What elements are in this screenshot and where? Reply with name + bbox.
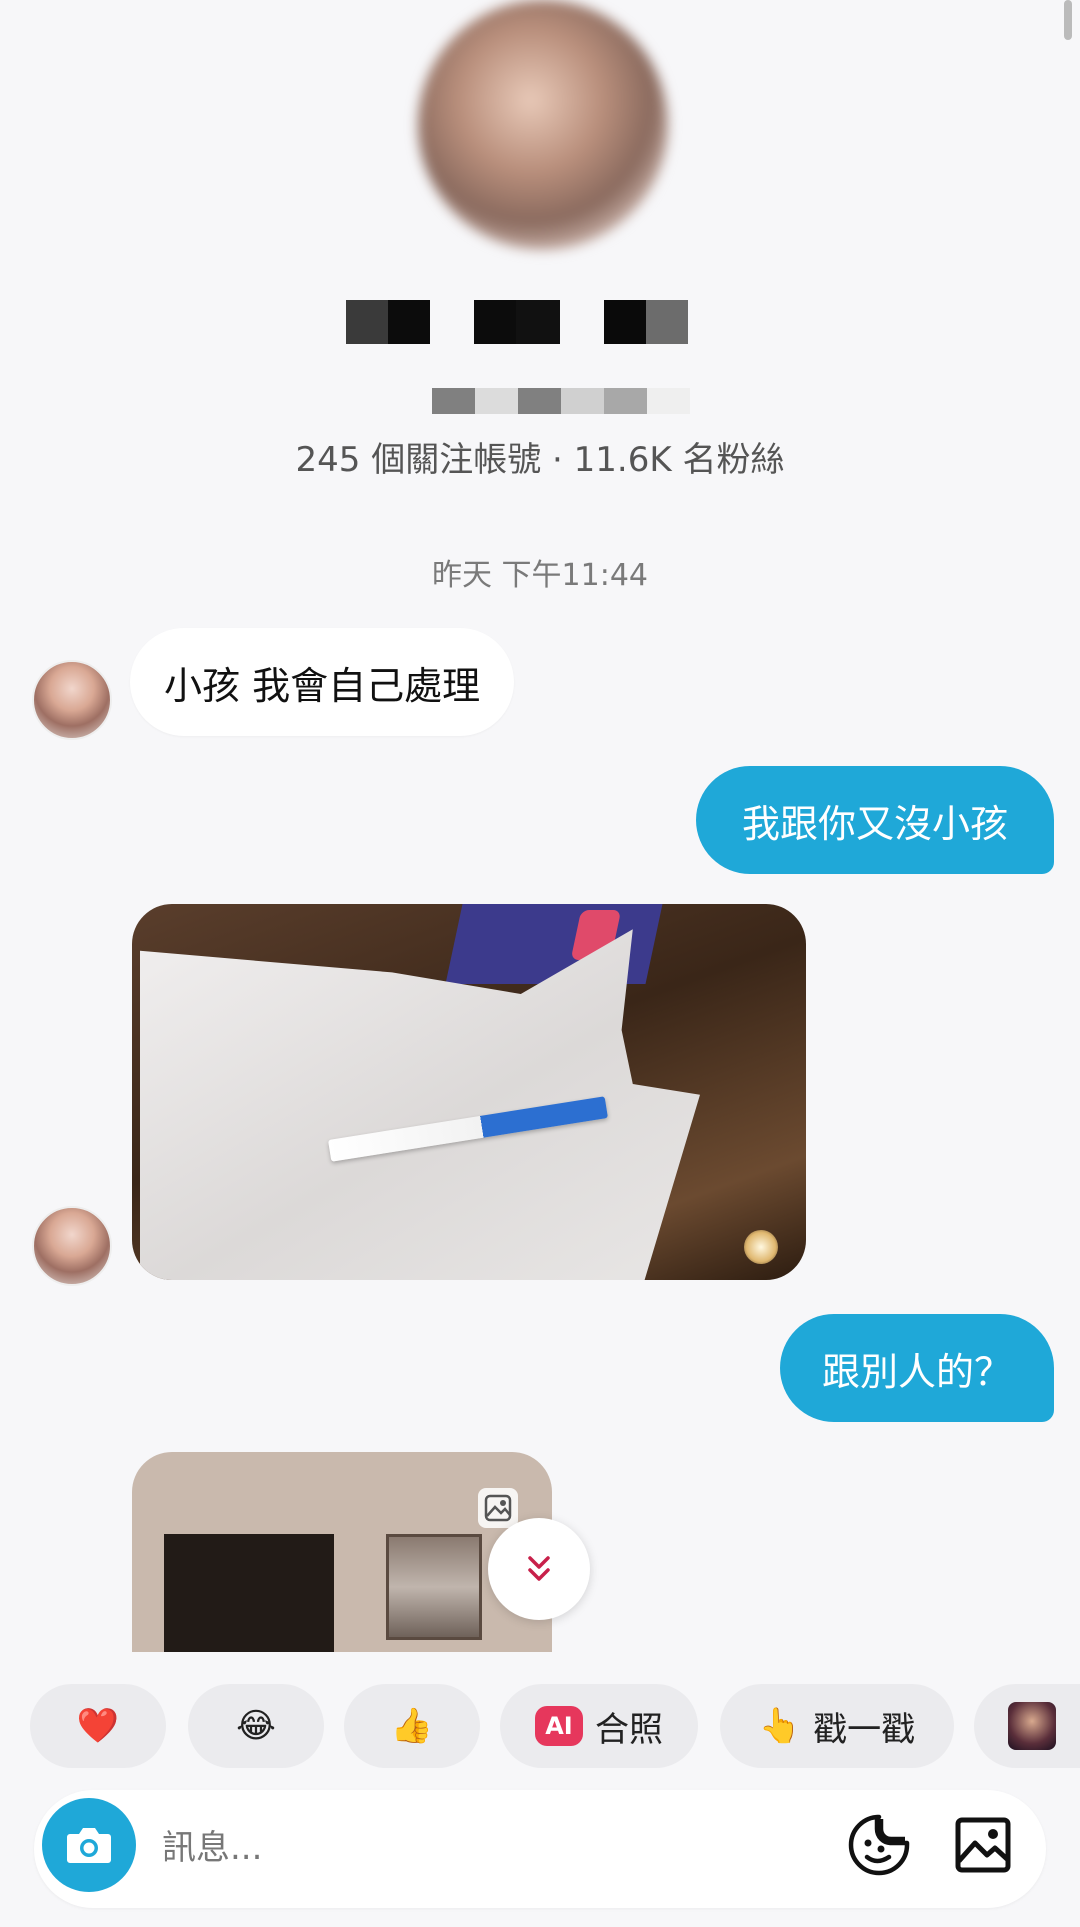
outgoing-message[interactable]: 我跟你又沒小孩 (696, 766, 1054, 874)
gallery-button[interactable] (948, 1810, 1018, 1880)
photo-frame (386, 1534, 482, 1640)
quick-reply-more[interactable] (974, 1684, 1080, 1768)
quick-reply-thumbs-up[interactable]: 👍 (344, 1684, 480, 1768)
camera-icon (67, 1828, 111, 1863)
message-text: 我跟你又沒小孩 (741, 801, 1008, 846)
pointing-hand-emoji-icon: 👆 (758, 1706, 802, 1746)
photo-message[interactable] (132, 904, 806, 1280)
photo-dark-panel (164, 1534, 334, 1652)
sender-avatar[interactable] (32, 1206, 112, 1286)
quick-reply-poke[interactable]: 👆 戳一戳 (720, 1684, 954, 1768)
camera-button[interactable] (42, 1798, 136, 1892)
follow-stats: 245 個關注帳號 · 11.6K 名粉絲 (295, 440, 785, 480)
censored-username (432, 388, 690, 414)
scroll-to-bottom-button[interactable] (488, 1518, 590, 1620)
profile-avatar[interactable] (418, 0, 668, 250)
sender-avatar[interactable] (32, 660, 112, 740)
sticker-button[interactable] (844, 1810, 914, 1880)
thumbs-up-emoji-icon: 👍 (390, 1706, 434, 1746)
incoming-message[interactable]: 小孩 我會自己處理 (130, 628, 515, 736)
image-icon (478, 1488, 518, 1528)
message-text: 跟別人的？ (821, 1349, 1012, 1394)
sticker-icon (848, 1814, 910, 1876)
ai-badge-icon: AI (535, 1706, 583, 1746)
photo-message[interactable] (132, 1452, 552, 1652)
sticker-thumbnail-icon (1008, 1702, 1056, 1750)
message-input[interactable] (160, 1812, 814, 1884)
outgoing-message[interactable]: 跟別人的？ (780, 1314, 1054, 1422)
photo-tissue (140, 929, 700, 1280)
quick-reply-laugh[interactable]: 😂 (188, 1684, 324, 1768)
quick-reply-heart[interactable]: ❤️ (30, 1684, 166, 1768)
image-icon (955, 1817, 1011, 1873)
message-text: 小孩 我會自己處理 (164, 663, 481, 708)
quick-reply-label: 戳一戳 (813, 1709, 916, 1750)
message-timestamp: 昨天 下午11:44 (432, 558, 648, 593)
quick-reply-label: 合照 (595, 1709, 663, 1750)
double-chevron-down-icon (528, 1556, 550, 1581)
scrollbar[interactable] (1064, 0, 1072, 40)
tears-of-joy-emoji-icon: 😂 (236, 1706, 276, 1746)
photo-light (744, 1230, 778, 1264)
censored-display-name (346, 300, 688, 344)
quick-reply-ai-photo[interactable]: AI 合照 (500, 1684, 698, 1768)
heart-emoji-icon: ❤️ (76, 1706, 120, 1746)
